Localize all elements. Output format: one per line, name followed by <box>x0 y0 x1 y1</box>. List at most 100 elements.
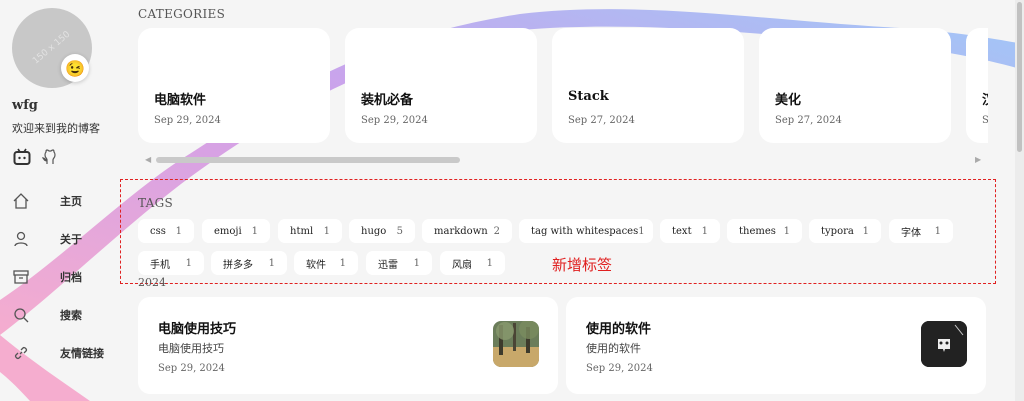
sidebar-item-about[interactable]: 关于 <box>0 220 120 258</box>
tag-name: 手机 <box>150 259 170 271</box>
sidebar-item-label: 归档 <box>60 271 82 284</box>
tag-count: 1 <box>862 225 869 237</box>
bilibili-icon[interactable] <box>12 147 32 167</box>
tag-item[interactable]: 软件 1 <box>294 251 358 275</box>
link-icon <box>14 346 28 360</box>
category-title: 美化 <box>775 93 802 108</box>
tag-count: 1 <box>251 225 258 237</box>
category-date: Sep 27, 2024 <box>568 115 635 126</box>
tag-item[interactable]: text 1 <box>660 219 720 243</box>
article-subtitle: 使用的软件 <box>586 342 641 355</box>
sidebar-nav: 主页 关于 归档 搜索 友情链接 <box>0 182 120 372</box>
tag-name: tag with whitespaces <box>531 225 639 237</box>
category-card[interactable]: Stack Sep 27, 2024 <box>552 28 744 143</box>
sidebar: 150 x 150 😉 wfg 欢迎来到我的博客 主页 关于 归档 搜索 友情链… <box>0 0 120 401</box>
tag-name: hugo <box>361 225 387 237</box>
tag-item[interactable]: typora 1 <box>809 219 881 243</box>
tag-item[interactable]: tag with whitespaces 1 <box>519 219 653 243</box>
categories-carousel: 电脑软件 Sep 29, 2024 装机必备 Sep 29, 2024 Stac… <box>138 28 988 144</box>
tag-count: 1 <box>638 225 645 237</box>
site-description: 欢迎来到我的博客 <box>12 122 100 135</box>
article-thumbnail <box>493 321 539 367</box>
tags-heading: TAGS <box>138 196 174 210</box>
article-thumbnail <box>921 321 967 367</box>
category-card[interactable]: 汉 S <box>966 28 988 143</box>
tag-name: themes <box>739 225 776 237</box>
vertical-scrollbar-thumb[interactable] <box>1017 2 1022 152</box>
article-date: Sep 29, 2024 <box>158 363 225 374</box>
home-icon <box>13 193 29 209</box>
categories-heading: CATEGORIES <box>138 7 226 21</box>
tag-item[interactable]: 拼多多 1 <box>211 251 287 275</box>
archive-icon <box>13 270 29 284</box>
article-card[interactable]: 电脑使用技巧 电脑使用技巧 Sep 29, 2024 <box>138 297 558 394</box>
tag-count: 1 <box>701 225 708 237</box>
horizontal-scrollbar-thumb[interactable] <box>156 157 460 163</box>
tag-name: 拼多多 <box>223 259 253 271</box>
tag-item[interactable]: html 1 <box>278 219 342 243</box>
tag-count: 5 <box>396 225 403 237</box>
scroll-left-arrow[interactable]: ◀ <box>145 155 151 164</box>
sidebar-item-label: 主页 <box>60 195 82 208</box>
tag-name: 迅雷 <box>378 259 398 271</box>
tag-item[interactable]: hugo 5 <box>349 219 415 243</box>
tag-name: css <box>150 225 166 237</box>
category-card[interactable]: 美化 Sep 27, 2024 <box>759 28 951 143</box>
tag-count: 1 <box>185 257 192 269</box>
tag-item[interactable]: 风扇 1 <box>440 251 505 275</box>
tag-item[interactable]: emoji 1 <box>202 219 270 243</box>
sidebar-item-archive[interactable]: 归档 <box>0 258 120 296</box>
sidebar-item-links[interactable]: 友情链接 <box>0 334 120 372</box>
category-date: Sep 29, 2024 <box>154 115 221 126</box>
category-title: Stack <box>568 89 609 104</box>
tag-name: text <box>672 225 692 237</box>
tag-count: 1 <box>175 225 182 237</box>
tag-item[interactable]: markdown 2 <box>422 219 512 243</box>
sidebar-item-label: 友情链接 <box>60 347 104 360</box>
tag-item[interactable]: themes 1 <box>727 219 802 243</box>
tag-name: typora <box>821 225 854 237</box>
category-date: S <box>982 115 988 126</box>
tag-name: html <box>290 225 314 237</box>
emoji-badge: 😉 <box>61 54 89 82</box>
social-links <box>12 147 60 167</box>
scroll-right-arrow[interactable]: ▶ <box>975 155 981 164</box>
site-name[interactable]: wfg <box>12 98 38 113</box>
category-card[interactable]: 电脑软件 Sep 29, 2024 <box>138 28 330 143</box>
tag-name: 风扇 <box>452 259 472 271</box>
sidebar-item-label: 搜索 <box>60 309 82 322</box>
sidebar-item-search[interactable]: 搜索 <box>0 296 120 334</box>
tag-item[interactable]: 字体 1 <box>889 219 953 243</box>
category-title: 汉 <box>982 89 988 108</box>
new-tags-annotation: 新增标签 <box>552 256 613 274</box>
github-icon[interactable] <box>40 147 60 167</box>
sidebar-item-home[interactable]: 主页 <box>0 182 120 220</box>
tag-item[interactable]: 手机 1 <box>138 251 204 275</box>
category-card[interactable]: 装机必备 Sep 29, 2024 <box>345 28 537 143</box>
tag-name: emoji <box>214 225 242 237</box>
article-card[interactable]: 使用的软件 使用的软件 Sep 29, 2024 <box>566 297 986 394</box>
category-date: Sep 29, 2024 <box>361 115 428 126</box>
emoji-icon: 😉 <box>65 58 85 78</box>
tag-count: 1 <box>486 257 493 269</box>
article-subtitle: 电脑使用技巧 <box>158 342 224 355</box>
search-icon <box>14 308 29 323</box>
user-icon <box>14 231 28 247</box>
sidebar-item-label: 关于 <box>60 233 82 246</box>
tag-count: 1 <box>339 257 346 269</box>
tag-count: 1 <box>413 257 420 269</box>
tag-count: 1 <box>268 257 275 269</box>
tag-count: 1 <box>783 225 790 237</box>
tag-item[interactable]: 迅雷 1 <box>366 251 432 275</box>
article-date: Sep 29, 2024 <box>586 363 653 374</box>
article-title: 电脑使用技巧 <box>158 322 237 337</box>
tag-item[interactable]: css 1 <box>138 219 194 243</box>
archive-year: 2024 <box>138 276 166 289</box>
tag-name: 字体 <box>901 227 921 239</box>
category-date: Sep 27, 2024 <box>775 115 842 126</box>
tag-name: markdown <box>434 225 488 237</box>
category-title: 装机必备 <box>361 93 414 108</box>
category-title: 电脑软件 <box>154 93 207 108</box>
tag-count: 1 <box>323 225 330 237</box>
article-title: 使用的软件 <box>586 322 652 337</box>
